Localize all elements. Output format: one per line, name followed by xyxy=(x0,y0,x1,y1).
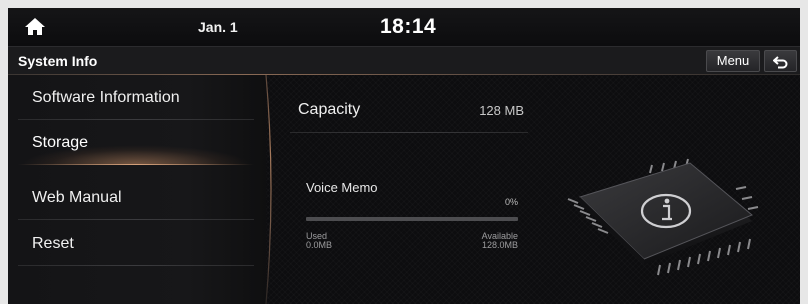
home-icon xyxy=(25,18,45,35)
sidebar-item-storage[interactable]: Storage xyxy=(18,120,254,165)
sidebar: Software Information Storage Web Manual … xyxy=(8,75,266,304)
status-bar: Jan. 1 18:14 xyxy=(8,8,800,46)
sidebar-item-reset[interactable]: Reset xyxy=(18,221,254,266)
clock-display: 18:14 xyxy=(380,15,437,38)
screen-frame: Jan. 1 18:14 System Info Menu Software I… xyxy=(8,8,800,304)
capacity-label: Capacity xyxy=(298,101,361,118)
capacity-value: 128 MB xyxy=(479,103,524,118)
divider xyxy=(18,265,254,266)
divider xyxy=(18,219,254,220)
info-chip-icon xyxy=(567,158,759,276)
page-title: System Info xyxy=(18,53,98,69)
voice-memo-percent: 0% xyxy=(504,197,518,207)
sidebar-item-label: Software Information xyxy=(32,89,180,106)
back-arrow-icon xyxy=(773,56,788,69)
date-display: Jan. 1 xyxy=(198,19,238,35)
sidebar-edge-glow xyxy=(265,75,272,304)
home-button[interactable] xyxy=(22,16,48,38)
voice-memo-label: Voice Memo xyxy=(306,180,378,195)
voice-memo-progress-bar xyxy=(306,217,518,221)
menu-button[interactable]: Menu xyxy=(706,50,760,72)
sidebar-item-software-information[interactable]: Software Information xyxy=(18,75,254,120)
sidebar-item-web-manual[interactable]: Web Manual xyxy=(18,175,254,220)
capacity-row: Capacity 128 MB xyxy=(290,75,528,133)
content-area: Software Information Storage Web Manual … xyxy=(8,75,800,304)
title-bar: System Info Menu xyxy=(8,46,800,75)
back-button[interactable] xyxy=(764,50,797,72)
used-value: 0.0MB xyxy=(306,240,333,250)
selection-highlight xyxy=(18,164,254,165)
sidebar-item-label: Web Manual xyxy=(32,189,122,206)
sidebar-item-label: Reset xyxy=(32,235,74,252)
sidebar-item-label: Storage xyxy=(32,134,89,151)
available-value: 128.0MB xyxy=(481,240,518,250)
